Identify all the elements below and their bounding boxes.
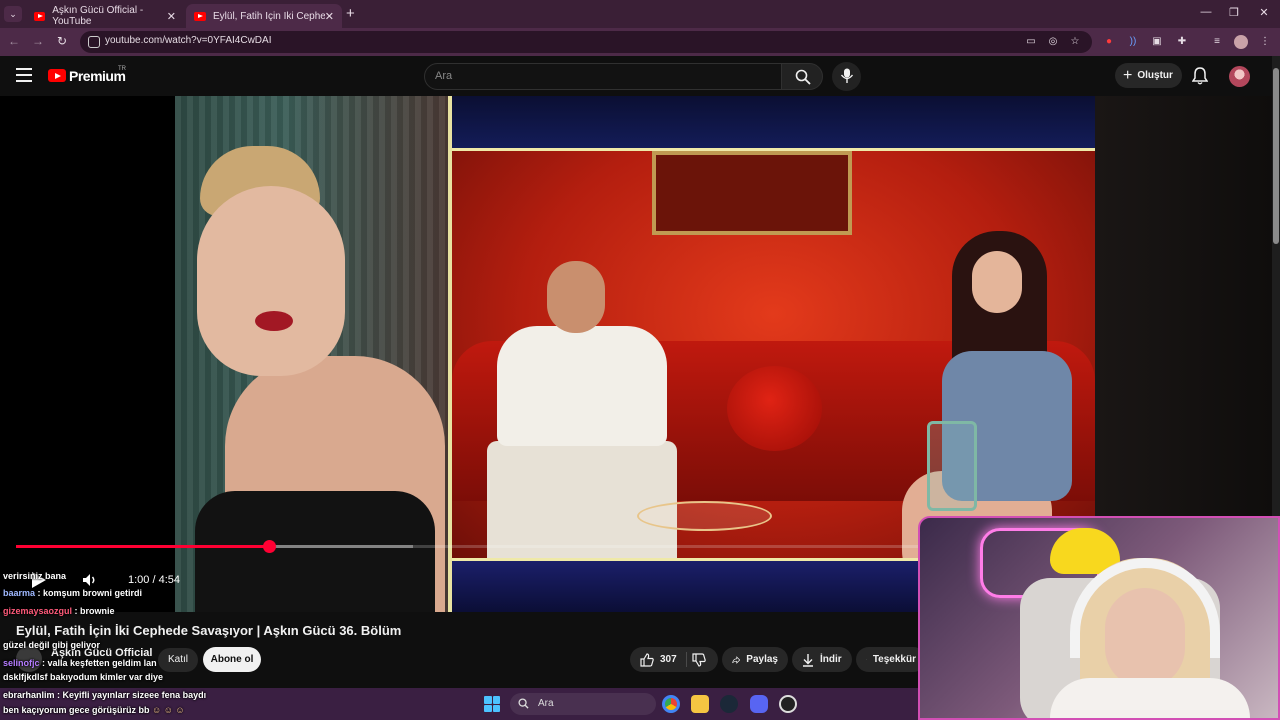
download-label: İndir	[820, 654, 842, 665]
thanks-label: Teşekkür	[872, 654, 916, 665]
browser-tab-video[interactable]: Eylül, Fatih İçin İki Cephede Sav ✕	[186, 4, 342, 28]
discord-icon[interactable]	[750, 695, 768, 713]
chat-line: verirsiniz bana	[3, 571, 67, 581]
download-icon	[803, 653, 813, 667]
share-arrow-icon	[732, 655, 741, 664]
close-window-button[interactable]: ✕	[1254, 6, 1274, 19]
youtube-favicon-icon	[34, 11, 46, 21]
restore-button[interactable]: ❐	[1224, 6, 1244, 19]
hamburger-menu-icon[interactable]	[16, 68, 32, 82]
search-icon	[795, 69, 811, 85]
browser-menu-icon[interactable]: ⋮	[1258, 35, 1272, 49]
chrome-icon[interactable]	[662, 695, 680, 713]
chat-line: ben kaçıyorum gece görüşürüz bb ☺ ☺ ☺	[3, 705, 185, 715]
extensions-puzzle-icon[interactable]: ✚	[1175, 35, 1189, 49]
obs-icon[interactable]	[779, 695, 797, 713]
emoji-icons: ☺ ☺ ☺	[152, 705, 185, 715]
video-title: Eylül, Fatih İçin İki Cephede Savaşıyor …	[16, 623, 402, 638]
address-bar[interactable]: youtube.com/watch?v=0YFAI4CwDAI ▭ ◎ ☆	[80, 31, 1092, 53]
new-tab-button[interactable]: +	[346, 5, 355, 22]
forward-button[interactable]: →	[30, 34, 46, 48]
chat-line: dsklfjkdlsf bakıyodum kimler var diye	[3, 672, 164, 682]
extension-box-icon[interactable]: ▣	[1150, 35, 1164, 49]
search-icon	[518, 698, 529, 709]
search-button[interactable]	[781, 63, 823, 90]
tab-title: Eylül, Fatih İçin İki Cephede Sav	[213, 10, 325, 22]
heart-dollar-icon	[866, 659, 867, 660]
chat-username: gizemaysaozgul	[3, 606, 73, 616]
address-bar-url: youtube.com/watch?v=0YFAI4CwDAI	[105, 35, 272, 46]
chat-line: baarma : komşum browni getirdi	[3, 588, 143, 598]
cast-icon[interactable]: ▭	[1024, 35, 1038, 49]
steam-icon[interactable]	[720, 695, 738, 713]
create-button[interactable]: + Oluştur	[1115, 63, 1182, 88]
extension-red-icon[interactable]: ●	[1102, 35, 1116, 49]
tab-search-button[interactable]: ⌄	[4, 6, 22, 22]
like-dislike-group: 307	[630, 647, 718, 672]
browser-toolbar: ← → ↻ youtube.com/watch?v=0YFAI4CwDAI ▭ …	[0, 28, 1280, 56]
country-code: TR	[118, 66, 126, 72]
voice-search-button[interactable]	[832, 62, 861, 91]
back-button[interactable]: ←	[6, 34, 22, 48]
reload-button[interactable]: ↻	[54, 34, 70, 48]
create-label: Oluştur	[1137, 70, 1173, 81]
media-control-icon[interactable]: ≡	[1210, 35, 1224, 49]
minimize-button[interactable]: —	[1196, 6, 1216, 18]
close-tab-icon[interactable]: ✕	[325, 10, 334, 23]
progress-played	[16, 545, 269, 548]
volume-icon[interactable]	[82, 573, 98, 587]
windows-start-icon[interactable]	[484, 696, 500, 712]
youtube-premium-wordmark[interactable]: Premium	[69, 68, 126, 84]
subscribe-button[interactable]: Abone ol	[203, 647, 261, 672]
account-avatar[interactable]	[1229, 66, 1250, 87]
microphone-icon	[840, 68, 854, 83]
video-red-room-scene	[452, 148, 1095, 561]
time-display: 1:00 / 4:54	[128, 574, 180, 586]
search-input[interactable]	[435, 70, 765, 82]
youtube-logo-icon[interactable]	[48, 69, 66, 82]
thumbs-up-icon[interactable]	[640, 652, 654, 667]
search-box[interactable]	[424, 63, 782, 90]
chat-line: güzel değil gibi geliyor	[3, 640, 101, 650]
share-label: Paylaş	[746, 654, 778, 665]
bookmark-star-icon[interactable]: ☆	[1068, 35, 1082, 49]
file-explorer-icon[interactable]	[691, 695, 709, 713]
chat-line: ebrarhanlim : Keyifli yayınlarr sizeee f…	[3, 690, 207, 700]
like-count[interactable]: 307	[660, 654, 677, 665]
profile-avatar-icon[interactable]	[1234, 35, 1248, 49]
tab-title: Aşkın Gücü Official - YouTube	[52, 5, 144, 27]
extension-audio-icon[interactable]: ))	[1126, 35, 1140, 49]
browser-tab-strip: ⌄ Aşkın Gücü Official - YouTube ✕ Eylül,…	[0, 0, 1280, 28]
close-tab-icon[interactable]: ✕	[167, 10, 176, 23]
share-button[interactable]: Paylaş	[722, 647, 788, 672]
windows-taskbar: Ara	[470, 690, 810, 720]
youtube-favicon-icon	[194, 11, 206, 21]
chat-line: gizemaysaozgul : brownie	[3, 606, 115, 616]
thumbs-down-icon[interactable]	[692, 653, 706, 667]
streamer-webcam	[918, 516, 1280, 720]
chat-username: selinofjc	[3, 658, 40, 668]
plus-icon: +	[1123, 66, 1133, 84]
progress-scrubber-handle[interactable]	[262, 540, 276, 553]
youtube-header: Premium TR + Oluştur	[0, 56, 1272, 96]
download-button[interactable]: İndir	[792, 647, 852, 672]
site-info-icon[interactable]	[88, 36, 100, 48]
page-scrollbar-thumb[interactable]	[1273, 68, 1279, 244]
eye-off-icon[interactable]: ◎	[1046, 35, 1060, 49]
taskbar-search-label: Ara	[538, 698, 554, 709]
chat-line: selinofjc : valla keşfetten geldim lan	[3, 658, 157, 668]
chat-username: baarma	[3, 588, 36, 598]
thanks-button[interactable]: Teşekkür	[856, 647, 926, 672]
taskbar-search[interactable]: Ara	[510, 693, 656, 715]
video-left-panel	[175, 96, 448, 612]
notifications-bell-icon[interactable]	[1192, 67, 1208, 85]
browser-tab-askin-gucu[interactable]: Aşkın Gücü Official - YouTube ✕	[26, 4, 184, 28]
join-button[interactable]: Katıl	[158, 648, 198, 672]
chat-username: ebrarhanlim	[3, 690, 55, 700]
